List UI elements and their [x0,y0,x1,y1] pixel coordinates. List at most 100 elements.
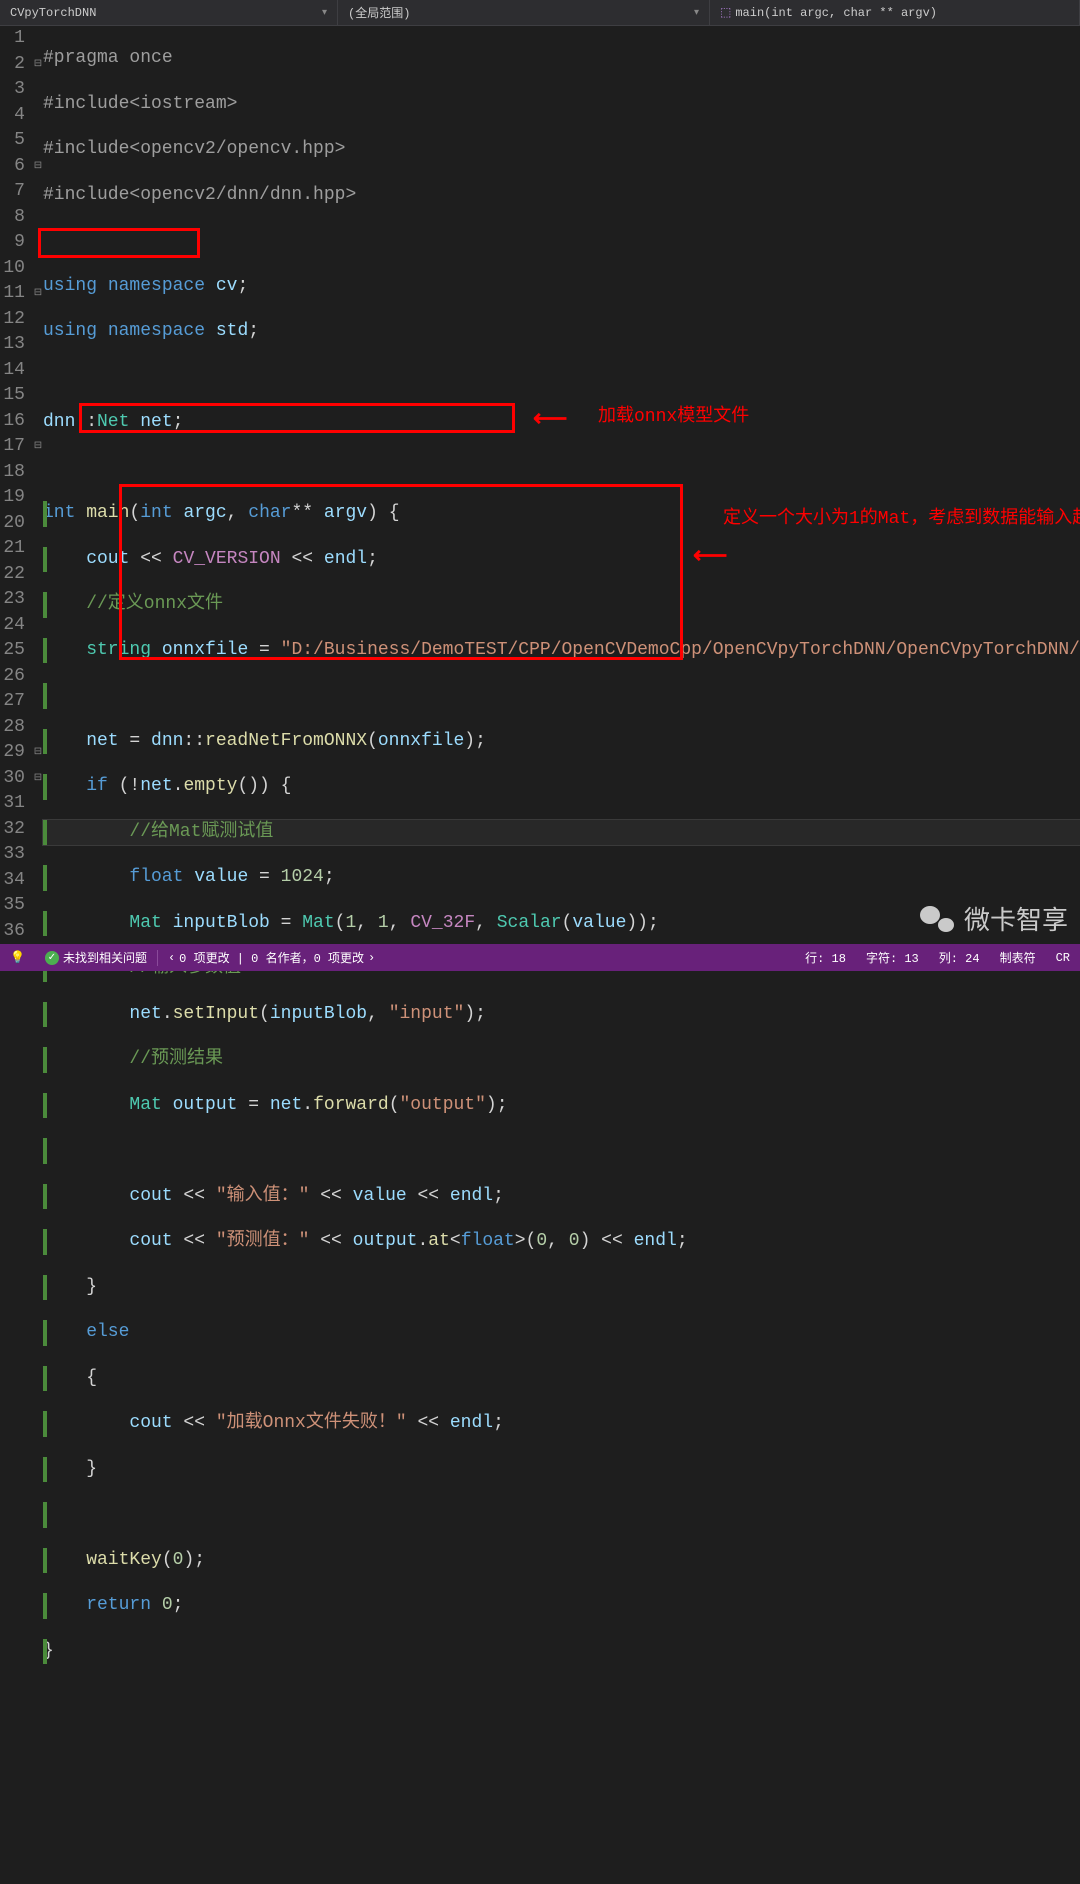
code-line: waitKey(0); [43,1548,1080,1574]
code-line: cout << "预测值：" << output.at<float>(0, 0)… [43,1229,1080,1255]
code-line: } [43,1275,1080,1301]
line-number: 25 [0,638,25,664]
code-line: { [43,1366,1080,1392]
fold-toggle [33,664,43,690]
fold-toggle[interactable]: ⊟ [33,154,43,180]
status-crlf[interactable]: CR [1046,951,1080,965]
top-toolbar: CVpyTorchDNN ▾ (全局范围) ▾ ⬚ main(int argc,… [0,0,1080,26]
project-name: CVpyTorchDNN [10,6,96,20]
code-line: int main(int argc, char** argv) { [43,501,1080,527]
fold-toggle [33,842,43,868]
fold-toggle [33,638,43,664]
code-line: using namespace cv; [43,274,1080,300]
line-number-gutter: 1234567891011121314151617181920212223242… [0,26,33,944]
line-number: 28 [0,715,25,741]
line-number: 35 [0,893,25,919]
code-line: net = dnn::readNetFromONNX(onnxfile); [43,729,1080,755]
fold-toggle [33,613,43,639]
code-line: #pragma once [43,46,1080,72]
status-lightbulb[interactable]: 💡 [0,944,35,971]
code-line [43,1502,1080,1528]
line-number: 34 [0,868,25,894]
line-number: 32 [0,817,25,843]
line-number: 23 [0,587,25,613]
code-line: //定义onnx文件 [43,592,1080,618]
fold-toggle [33,205,43,231]
fold-toggle[interactable]: ⊟ [33,52,43,78]
dropdown-icon: ▾ [694,7,699,19]
line-number: 30 [0,766,25,792]
code-line: #include<opencv2/opencv.hpp> [43,137,1080,163]
fold-toggle[interactable]: ⊟ [33,281,43,307]
line-number: 15 [0,383,25,409]
wechat-icon [920,902,954,936]
line-number: 26 [0,664,25,690]
status-line[interactable]: 行: 18 [795,949,856,966]
status-chars[interactable]: 字符: 13 [856,949,929,966]
line-number: 27 [0,689,25,715]
line-number: 21 [0,536,25,562]
scope-selector[interactable]: (全局范围) ▾ [338,0,710,25]
line-number: 9 [0,230,25,256]
code-line: float value = 1024; [43,865,1080,891]
fold-toggle [33,128,43,154]
code-line [43,228,1080,254]
fold-toggle [33,817,43,843]
line-number: 13 [0,332,25,358]
fold-toggle [33,536,43,562]
fold-toggle [33,332,43,358]
fold-toggle[interactable]: ⊟ [33,434,43,460]
chevron-left-icon: ‹ [168,951,175,965]
fold-toggle[interactable]: ⊟ [33,740,43,766]
status-issues[interactable]: ✓ 未找到相关问题 [35,944,157,971]
fold-toggle [33,26,43,52]
fold-toggle [33,77,43,103]
line-number: 4 [0,103,25,129]
code-line: Mat output = net.forward("output"); [43,1093,1080,1119]
line-number: 11 [0,281,25,307]
fold-toggle [33,689,43,715]
fold-toggle [33,307,43,333]
line-number: 16 [0,409,25,435]
scope-label: (全局范围) [348,4,410,21]
code-line [43,365,1080,391]
fold-column[interactable]: ⊟⊟⊟⊟⊟⊟ [33,26,43,944]
fold-toggle [33,791,43,817]
code-line: cout << CV_VERSION << endl; [43,547,1080,573]
code-line: if (!net.empty()) { [43,774,1080,800]
code-line [43,683,1080,709]
status-changes[interactable]: ‹ 0 项更改 | 0 名作者，0 项更改 › [158,944,385,971]
line-number: 1 [0,26,25,52]
fold-toggle [33,256,43,282]
line-number: 31 [0,791,25,817]
line-number: 20 [0,511,25,537]
fold-toggle [33,868,43,894]
code-line: net.setInput(inputBlob, "input"); [43,1002,1080,1028]
function-signature: main(int argc, char ** argv) [735,6,937,20]
line-number: 5 [0,128,25,154]
line-number: 6 [0,154,25,180]
fold-toggle [33,383,43,409]
line-number: 24 [0,613,25,639]
line-number: 7 [0,179,25,205]
fold-toggle [33,230,43,256]
line-number: 36 [0,919,25,945]
fold-toggle [33,715,43,741]
line-number: 10 [0,256,25,282]
issues-text: 未找到相关问题 [63,949,147,966]
fold-toggle [33,893,43,919]
fold-toggle [33,179,43,205]
code-line: //预测结果 [43,1047,1080,1073]
line-number: 22 [0,562,25,588]
project-selector[interactable]: CVpyTorchDNN ▾ [0,0,338,25]
status-col[interactable]: 列: 24 [929,949,990,966]
status-tabs[interactable]: 制表符 [990,949,1046,966]
code-area[interactable]: #pragma once #include<iostream> #include… [43,26,1080,944]
fold-toggle[interactable]: ⊟ [33,766,43,792]
function-selector[interactable]: ⬚ main(int argc, char ** argv) [710,0,1080,25]
line-number: 2 [0,52,25,78]
line-number: 29 [0,740,25,766]
code-editor[interactable]: 1234567891011121314151617181920212223242… [0,26,1080,944]
cube-icon: ⬚ [720,5,731,20]
fold-toggle [33,103,43,129]
